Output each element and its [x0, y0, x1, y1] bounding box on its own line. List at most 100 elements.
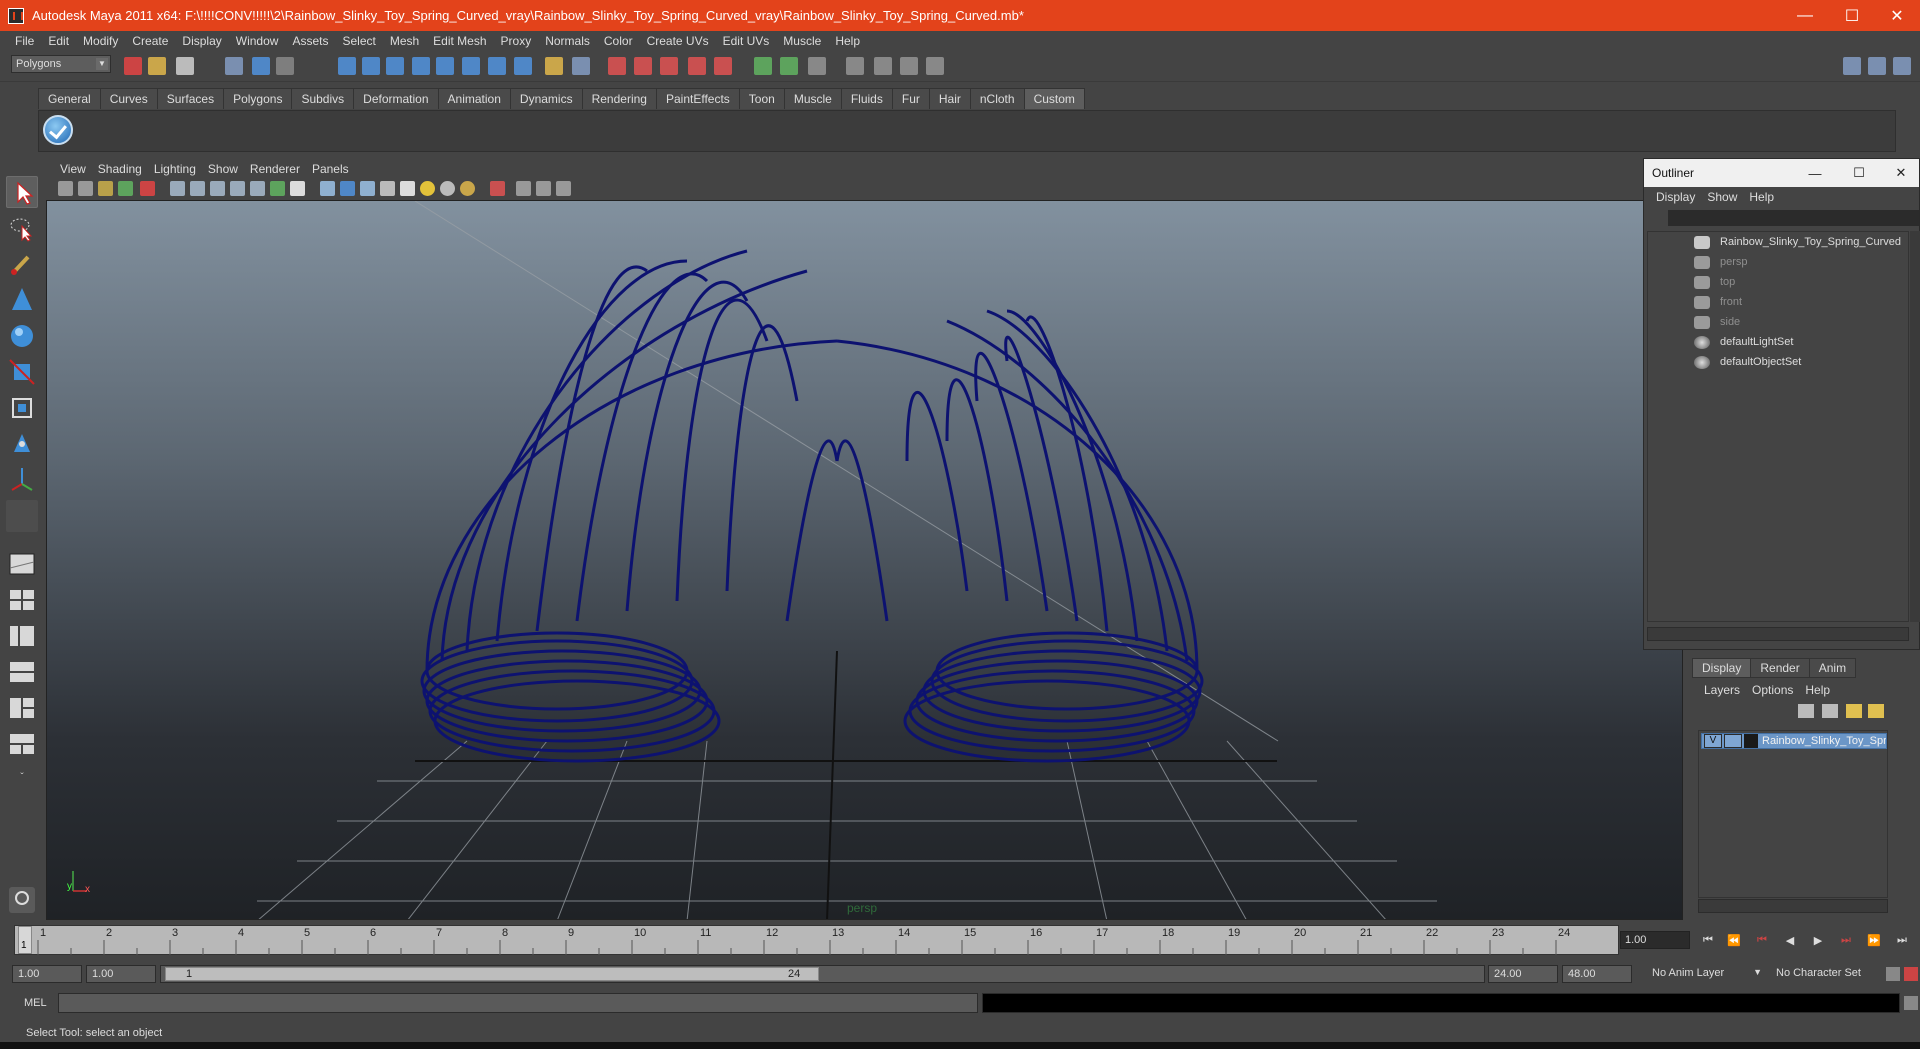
layout-panels-icon[interactable] — [6, 728, 38, 760]
menu-proxy[interactable]: Proxy — [494, 34, 539, 48]
snap-view-plane-icon[interactable] — [412, 57, 430, 75]
shelf-tab-muscle[interactable]: Muscle — [783, 88, 842, 109]
shelf-tab-rendering[interactable]: Rendering — [581, 88, 657, 109]
outliner-horizontal-scrollbar[interactable] — [1647, 627, 1909, 641]
layout-outliner-persp-icon[interactable] — [6, 620, 38, 652]
safe-title-icon[interactable] — [290, 181, 305, 196]
move-layer-up-icon[interactable] — [1798, 704, 1814, 718]
snap-grid-icon[interactable] — [338, 57, 356, 75]
perspective-viewport[interactable]: y x persp — [46, 200, 1683, 920]
output-ops-icon[interactable] — [488, 57, 506, 75]
rotate-tool-icon[interactable] — [6, 320, 38, 352]
show-tool-settings-icon[interactable] — [780, 57, 798, 75]
auto-key-icon[interactable] — [1886, 967, 1900, 981]
menu-muscle[interactable]: Muscle — [776, 34, 828, 48]
command-language-label[interactable]: MEL — [24, 997, 47, 1009]
play-forwards-icon[interactable]: ▶ — [1808, 931, 1828, 949]
layer-horizontal-scrollbar[interactable] — [1698, 899, 1888, 913]
checkmark-icon[interactable] — [43, 115, 73, 145]
time-slider[interactable]: 1 1 2 3 4 5 6 7 8 9 10 11 12 13 14 15 16 17 18 19 20 21 22 23 2… — [14, 925, 1619, 955]
shelf-tab-painteffects[interactable]: PaintEffects — [655, 88, 740, 109]
textured-icon[interactable] — [380, 181, 395, 196]
layer-tab-render[interactable]: Render — [1750, 658, 1810, 678]
list-item[interactable]: front — [1648, 292, 1910, 312]
image-plane-icon[interactable] — [118, 181, 133, 196]
graph-editor-icon[interactable] — [874, 57, 892, 75]
list-item[interactable]: persp — [1648, 252, 1910, 272]
use-default-light-icon[interactable] — [420, 181, 435, 196]
construction-history-icon[interactable] — [514, 57, 532, 75]
select-hierarchy-icon[interactable] — [225, 57, 243, 75]
viewport-menu-view[interactable]: View — [54, 162, 92, 176]
select-component-icon[interactable] — [276, 57, 294, 75]
menu-set-select[interactable]: Polygons ▼ — [11, 55, 111, 73]
scale-tool-icon[interactable] — [6, 356, 38, 388]
camera-tools-icon[interactable] — [846, 57, 864, 75]
viewport-menu-panels[interactable]: Panels — [306, 162, 355, 176]
select-lock-icon[interactable] — [572, 57, 590, 75]
outliner-minimize-button[interactable]: — — [1794, 159, 1836, 187]
list-item[interactable]: side — [1648, 312, 1910, 332]
menu-help[interactable]: Help — [828, 34, 867, 48]
layout-hypershade-icon[interactable] — [6, 692, 38, 724]
layer-color-swatch[interactable] — [1744, 734, 1758, 748]
save-scene-icon[interactable] — [176, 57, 194, 75]
start-time-field[interactable]: 1.00 — [12, 965, 82, 983]
menu-create-uvs[interactable]: Create UVs — [640, 34, 716, 48]
menu-window[interactable]: Window — [229, 34, 286, 48]
make-live-icon[interactable] — [436, 57, 454, 75]
viewport-menu-shading[interactable]: Shading — [92, 162, 148, 176]
menu-mesh[interactable]: Mesh — [383, 34, 426, 48]
wireframe-on-shaded-icon[interactable] — [360, 181, 375, 196]
step-forward-key-icon[interactable]: ⏭ — [1836, 931, 1856, 949]
range-slider[interactable]: 1 24 — [160, 965, 1485, 983]
two-d-pan-zoom-icon[interactable] — [140, 181, 155, 196]
move-tool-icon[interactable] — [6, 284, 38, 316]
show-manipulator-icon[interactable] — [6, 464, 38, 496]
range-slider-handle[interactable]: 1 24 — [165, 967, 819, 981]
layer-menu-help[interactable]: Help — [1799, 683, 1836, 697]
viewport-menu-renderer[interactable]: Renderer — [244, 162, 306, 176]
layer-menu-layers[interactable]: Layers — [1698, 683, 1746, 697]
layout-four-pane-icon[interactable] — [6, 584, 38, 616]
show-channel-box-icon[interactable] — [808, 57, 826, 75]
shelf-tab-surfaces[interactable]: Surfaces — [156, 88, 225, 109]
bookmarks-icon[interactable] — [98, 181, 113, 196]
xray-joints-icon[interactable] — [536, 181, 551, 196]
ipr-render-icon[interactable] — [634, 57, 652, 75]
film-gate-icon[interactable] — [190, 181, 205, 196]
menu-file[interactable]: File — [8, 34, 41, 48]
layer-tab-display[interactable]: Display — [1692, 658, 1752, 678]
layer-visibility-toggle[interactable]: V — [1704, 734, 1722, 748]
grid-icon[interactable] — [170, 181, 185, 196]
menu-edit-mesh[interactable]: Edit Mesh — [426, 34, 493, 48]
character-set-dropdown[interactable]: No Character Set — [1772, 965, 1882, 983]
step-back-frame-icon[interactable]: ⏪ — [1724, 931, 1744, 949]
isolate-select-icon[interactable] — [490, 181, 505, 196]
show-attribute-editor-icon[interactable] — [754, 57, 772, 75]
filter-icon[interactable] — [1648, 210, 1666, 226]
shelf-tab-deformation[interactable]: Deformation — [353, 88, 439, 109]
play-backwards-icon[interactable]: ◀ — [1780, 931, 1800, 949]
menu-assets[interactable]: Assets — [285, 34, 335, 48]
move-layer-down-icon[interactable] — [1822, 704, 1838, 718]
smooth-shade-icon[interactable] — [340, 181, 355, 196]
go-to-end-icon[interactable]: ⏭ — [1892, 931, 1912, 949]
lasso-tool-icon[interactable] — [6, 212, 38, 244]
outliner-toggle-icon[interactable] — [900, 57, 918, 75]
last-tool-icon[interactable] — [6, 500, 38, 532]
menu-modify[interactable]: Modify — [76, 34, 125, 48]
new-scene-icon[interactable] — [124, 57, 142, 75]
hud-icon[interactable] — [556, 181, 571, 196]
shelf-tab-dynamics[interactable]: Dynamics — [509, 88, 583, 109]
snap-curve-icon[interactable] — [362, 57, 380, 75]
shelf-tab-subdivs[interactable]: Subdivs — [291, 88, 355, 109]
menu-display[interactable]: Display — [175, 34, 228, 48]
layout-persp-graph-icon[interactable] — [6, 656, 38, 688]
select-camera-icon[interactable] — [58, 181, 73, 196]
soft-modification-icon[interactable] — [6, 428, 38, 460]
shelf-tab-polygons[interactable]: Polygons — [223, 88, 293, 109]
quick-help-icon[interactable] — [6, 884, 38, 916]
checker-icon[interactable] — [400, 181, 415, 196]
select-tool-icon[interactable] — [6, 176, 38, 208]
